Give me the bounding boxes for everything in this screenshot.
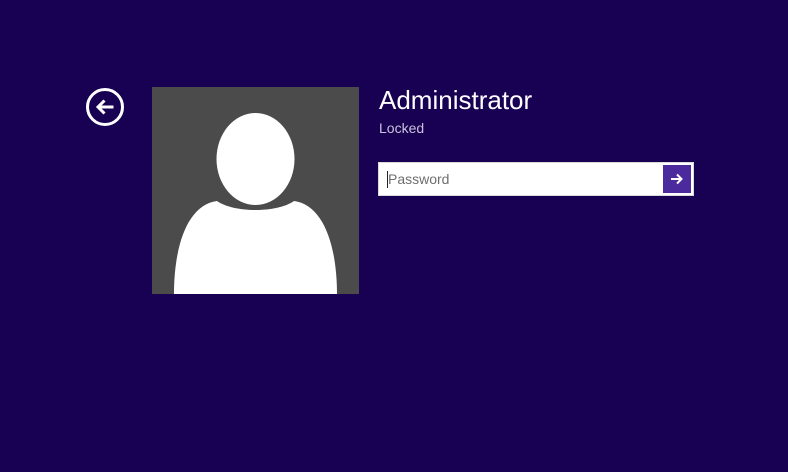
- password-input[interactable]: [379, 163, 662, 195]
- avatar: [152, 87, 359, 294]
- back-arrow-icon: [94, 96, 116, 118]
- arrow-right-icon: [670, 173, 684, 185]
- text-caret: [387, 171, 388, 188]
- account-status: Locked: [379, 120, 425, 136]
- lock-screen: Administrator Locked: [0, 0, 788, 472]
- back-button[interactable]: [86, 88, 124, 126]
- submit-button[interactable]: [663, 165, 691, 193]
- username: Administrator: [379, 85, 533, 115]
- user-silhouette-icon: [152, 87, 359, 294]
- password-box: [378, 162, 694, 196]
